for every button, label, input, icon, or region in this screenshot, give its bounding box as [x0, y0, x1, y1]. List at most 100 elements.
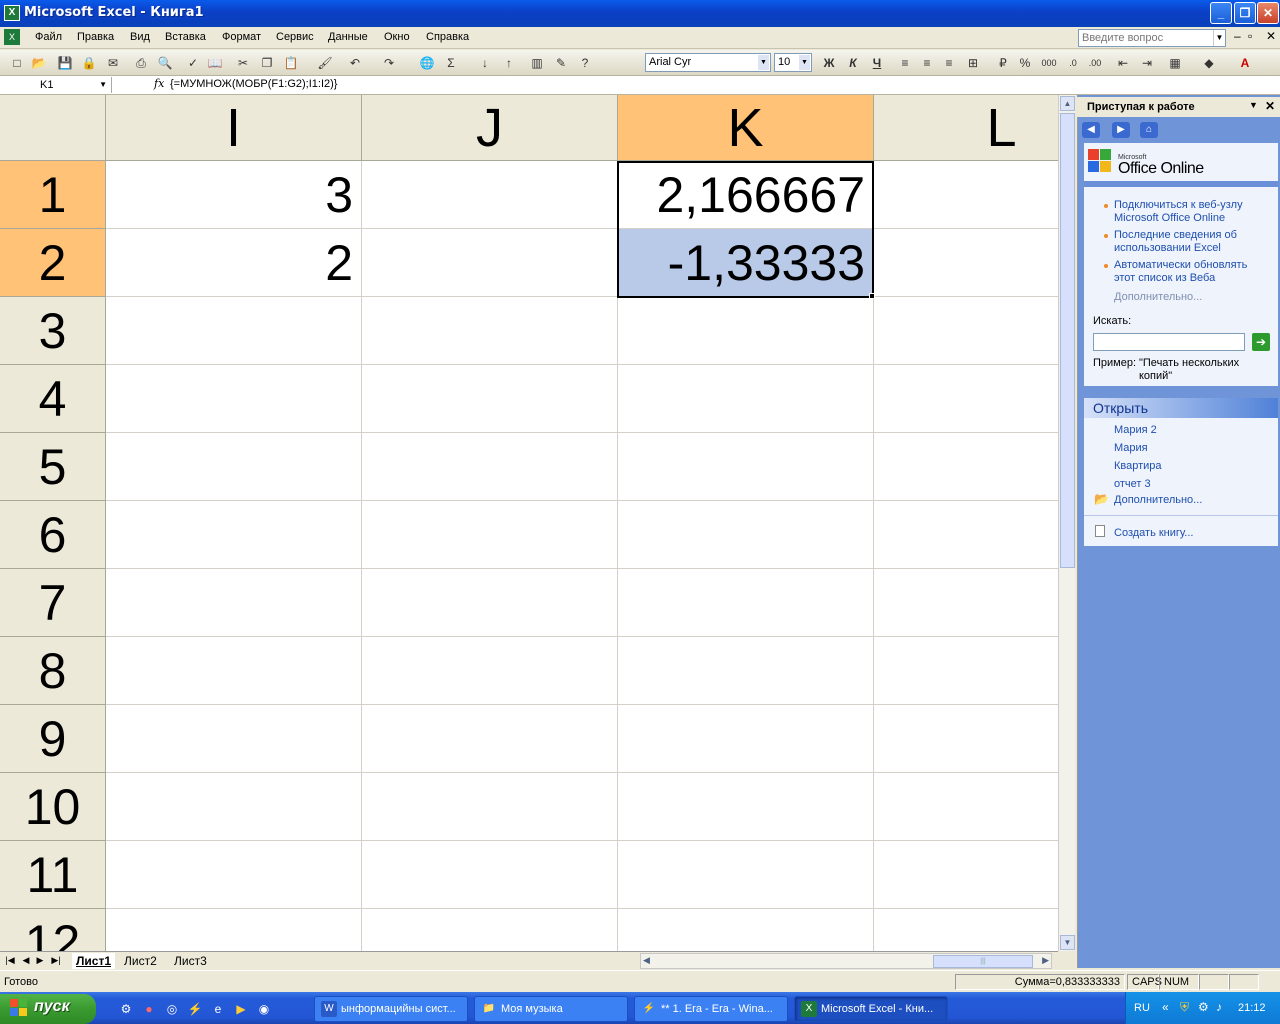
copy-icon[interactable]: ❐ [258, 54, 276, 72]
row-header-3[interactable]: 3 [0, 297, 106, 365]
italic-button[interactable]: К [844, 54, 862, 72]
recent-file-2[interactable]: Мария [1114, 442, 1148, 455]
decrease-decimal-icon[interactable]: .00 [1086, 54, 1104, 72]
menu-tools[interactable]: Сервис [276, 31, 314, 43]
menu-edit[interactable]: Правка [77, 31, 114, 43]
close-button[interactable]: ✕ [1257, 2, 1279, 24]
row-header-6[interactable]: 6 [0, 501, 106, 569]
ask-dropdown-icon[interactable]: ▼ [1213, 30, 1225, 46]
research-icon[interactable]: 📖 [206, 54, 224, 72]
permission-icon[interactable]: 🔒 [80, 54, 98, 72]
quicklaunch-media-icon[interactable]: ▶ [233, 1001, 249, 1017]
menu-help[interactable]: Справка [426, 31, 469, 43]
cell-i1[interactable]: 3 [106, 161, 361, 229]
forward-icon[interactable]: ▶ [1112, 122, 1130, 138]
autosum-icon[interactable]: Σ [442, 54, 460, 72]
sort-asc-icon[interactable]: ↓ [476, 54, 494, 72]
back-icon[interactable]: ◀ [1082, 122, 1100, 138]
open-icon[interactable]: 📂 [30, 54, 48, 72]
name-box[interactable]: K1 ▼ [2, 77, 112, 93]
last-sheet-icon[interactable]: ▶| [50, 955, 62, 966]
merge-center-icon[interactable]: ⊞ [964, 54, 982, 72]
decrease-indent-icon[interactable]: ⇤ [1114, 54, 1132, 72]
column-header-k[interactable]: K [618, 95, 874, 161]
increase-indent-icon[interactable]: ⇥ [1138, 54, 1156, 72]
first-sheet-icon[interactable]: |◀ [4, 955, 16, 966]
font-size-dropdown-icon[interactable]: ▼ [799, 55, 810, 70]
link-connect[interactable]: Подключиться к веб-узлу Microsoft Office… [1114, 199, 1264, 225]
align-left-icon[interactable]: ≡ [896, 54, 914, 72]
preview-icon[interactable]: 🔍 [156, 54, 174, 72]
doc-restore-icon[interactable]: ▫ [1248, 29, 1252, 43]
open-more-link[interactable]: Дополнительно... [1114, 494, 1202, 507]
quicklaunch-ie-icon[interactable]: e [210, 1001, 226, 1017]
next-sheet-icon[interactable]: ▶ [34, 955, 46, 966]
task-winamp[interactable]: ⚡ ** 1. Era - Era - Wina... [634, 996, 788, 1022]
recent-file-4[interactable]: отчет 3 [1114, 478, 1151, 491]
link-more[interactable]: Дополнительно... [1114, 291, 1202, 304]
task-pane-menu-icon[interactable]: ▼ [1249, 100, 1258, 110]
menu-file[interactable]: Файл [35, 31, 62, 43]
formula-input[interactable]: {=МУМНОЖ(МОБР(F1:G2);I1:I2)} [170, 78, 337, 90]
menu-view[interactable]: Вид [130, 31, 150, 43]
chart-wizard-icon[interactable]: ▥ [528, 54, 546, 72]
print-icon[interactable]: ⎙ [132, 54, 150, 72]
sheet-tab-2[interactable]: Лист2 [120, 953, 161, 969]
column-header-j[interactable]: J [362, 95, 618, 161]
task-excel[interactable]: X Microsoft Excel - Кни... [794, 996, 948, 1022]
row-header-1[interactable]: 1 [0, 161, 106, 229]
row-header-9[interactable]: 9 [0, 705, 106, 773]
link-auto-update[interactable]: Автоматически обновлять этот список из В… [1114, 259, 1264, 285]
insert-function-icon[interactable]: fx [154, 77, 164, 90]
link-news[interactable]: Последние сведения об использовании Exce… [1114, 229, 1264, 255]
menu-data[interactable]: Данные [328, 31, 368, 43]
quicklaunch-opera-icon[interactable]: ● [141, 1001, 157, 1017]
row-header-4[interactable]: 4 [0, 365, 106, 433]
column-header-i[interactable]: I [106, 95, 362, 161]
paste-icon[interactable]: 📋 [282, 54, 300, 72]
home-icon[interactable]: ⌂ [1140, 122, 1158, 138]
task-music-folder[interactable]: 📁 Моя музыка [474, 996, 628, 1022]
search-input[interactable] [1093, 333, 1245, 351]
fill-handle[interactable] [869, 293, 875, 299]
doc-close-icon[interactable]: ✕ [1266, 29, 1276, 43]
vertical-scroll-thumb[interactable] [1060, 113, 1075, 568]
row-header-11[interactable]: 11 [0, 841, 106, 909]
security-shield-icon[interactable]: ⛨ [1180, 1000, 1189, 1015]
font-size-select[interactable]: 10 ▼ [774, 53, 812, 72]
menu-format[interactable]: Формат [222, 31, 261, 43]
help-icon[interactable]: ? [576, 54, 594, 72]
ask-question-input[interactable]: Введите вопрос ▼ [1078, 29, 1226, 47]
borders-icon[interactable]: ▦ [1166, 54, 1184, 72]
horizontal-scrollbar[interactable]: ◀ ||| ▶ [640, 953, 1052, 969]
quicklaunch-winamp-icon[interactable]: ⚡ [187, 1001, 203, 1017]
doc-minimize-icon[interactable]: – [1234, 29, 1241, 43]
prev-sheet-icon[interactable]: ◀ [20, 955, 32, 966]
percent-icon[interactable]: % [1016, 54, 1034, 72]
quicklaunch-search-icon[interactable]: ◎ [164, 1001, 180, 1017]
quicklaunch-network-icon[interactable]: ⚙ [118, 1001, 134, 1017]
column-header-l[interactable]: L [874, 95, 1058, 161]
row-header-7[interactable]: 7 [0, 569, 106, 637]
search-go-icon[interactable]: ➔ [1252, 333, 1270, 351]
network-tray-icon[interactable]: ⚙ [1198, 1000, 1209, 1014]
redo-icon[interactable]: ↷ [380, 54, 398, 72]
cut-icon[interactable]: ✂ [234, 54, 252, 72]
font-color-icon[interactable]: A [1236, 54, 1254, 72]
minimize-button[interactable]: _ [1210, 2, 1232, 24]
tray-expand-icon[interactable]: « [1162, 1000, 1169, 1014]
row-header-8[interactable]: 8 [0, 637, 106, 705]
sheet-tab-3[interactable]: Лист3 [170, 953, 211, 969]
row-header-2[interactable]: 2 [0, 229, 106, 297]
language-indicator[interactable]: RU [1134, 1002, 1150, 1014]
create-workbook-link[interactable]: Создать книгу... [1114, 527, 1193, 540]
maximize-button[interactable]: ❐ [1234, 2, 1256, 24]
font-name-select[interactable]: Arial Cyr ▼ [645, 53, 771, 72]
hyperlink-icon[interactable]: 🌐 [418, 54, 436, 72]
cell-i2[interactable]: 2 [106, 229, 361, 297]
spelling-icon[interactable]: ✓ [184, 54, 202, 72]
worksheet-grid[interactable]: I J K L 1 2 3 4 5 6 7 8 9 10 11 12 3 2 2… [0, 95, 1058, 951]
thousands-icon[interactable]: 000 [1040, 54, 1058, 72]
scroll-right-icon[interactable]: ▶ [1042, 955, 1049, 966]
horizontal-scroll-thumb[interactable]: ||| [933, 955, 1033, 968]
